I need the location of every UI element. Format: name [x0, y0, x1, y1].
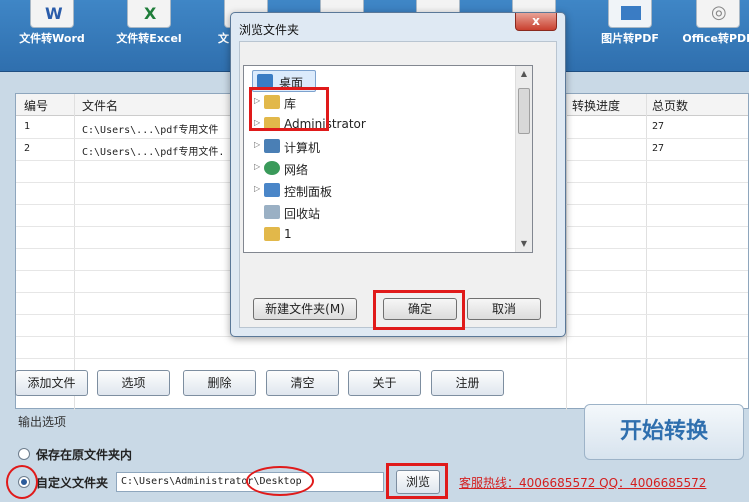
- tree-item-computer[interactable]: ▷ 计算机: [244, 136, 514, 158]
- tree-scrollbar[interactable]: ▲ ▼: [515, 66, 532, 252]
- cell-pages: 27: [652, 143, 665, 154]
- header-pages: 总页数: [652, 99, 689, 113]
- annotation-circle-radio: [6, 465, 38, 499]
- new-folder-button[interactable]: 新建文件夹(M): [253, 298, 357, 320]
- recycle-bin-icon: [264, 205, 280, 219]
- excel-icon: [127, 0, 171, 28]
- tool-image-to-pdf[interactable]: 图片转PDF: [584, 0, 676, 72]
- start-convert-button[interactable]: 开始转换: [584, 404, 744, 460]
- annotation-box-desktop: [249, 87, 329, 131]
- annotation-box-ok: [373, 290, 465, 330]
- header-filename: 文件名: [82, 99, 119, 113]
- tool-label: 文件转Word: [19, 32, 85, 45]
- word-icon: [30, 0, 74, 28]
- tool-label: 图片转PDF: [601, 32, 659, 45]
- tree-item-label: 1: [284, 227, 292, 241]
- browse-folder-dialog: 浏览文件夹 x 桌面 ▷ 库 ▷ Administrator ▷ 计算机 ▷ 网…: [230, 12, 566, 337]
- cell-filename: C:\Users\...\pdf专用文件.: [82, 147, 225, 158]
- cancel-button[interactable]: 取消: [467, 298, 541, 320]
- folder-icon: [264, 227, 280, 241]
- tool-label: 文件转Excel: [116, 32, 182, 45]
- tool-file-to-excel[interactable]: 文件转Excel: [103, 0, 195, 72]
- expand-arrow-icon[interactable]: ▷: [254, 140, 260, 149]
- cell-pages: 27: [652, 121, 665, 132]
- register-button[interactable]: 注册: [431, 370, 504, 396]
- computer-icon: [264, 139, 280, 153]
- annotation-box-browse: [386, 463, 448, 499]
- tree-item-label: 网络: [284, 163, 309, 177]
- close-icon[interactable]: x: [515, 13, 557, 31]
- expand-arrow-icon[interactable]: ▷: [254, 184, 260, 193]
- scroll-down-icon[interactable]: ▼: [516, 236, 532, 252]
- tree-item-label: 回收站: [284, 207, 321, 221]
- header-index: 编号: [24, 99, 49, 113]
- output-options-title: 输出选项: [18, 415, 67, 429]
- dialog-title: 浏览文件夹: [239, 23, 300, 37]
- about-button[interactable]: 关于: [348, 370, 421, 396]
- desktop-icon: [257, 74, 273, 88]
- scroll-thumb[interactable]: [518, 88, 530, 134]
- control-panel-icon: [264, 183, 280, 197]
- annotation-ellipse-desktop: [246, 466, 314, 496]
- tree-item-control-panel[interactable]: ▷ 控制面板: [244, 180, 514, 202]
- network-icon: [264, 161, 280, 175]
- tree-item-label: 计算机: [284, 141, 321, 155]
- header-progress: 转换进度: [572, 99, 621, 113]
- label-save-original: 保存在原文件夹内: [36, 448, 133, 462]
- tree-item-label: 控制面板: [284, 185, 333, 199]
- support-hotline[interactable]: 客服热线：4006685572 QQ：4006685572: [459, 474, 706, 491]
- tool-file-to-word[interactable]: 文件转Word: [6, 0, 98, 72]
- cell-index: 1: [24, 121, 31, 132]
- tree-item-network[interactable]: ▷ 网络: [244, 158, 514, 180]
- tool-label: Office转PDF: [682, 32, 749, 45]
- table-row-empty: [16, 337, 748, 359]
- clear-button[interactable]: 清空: [266, 370, 339, 396]
- image-icon: [608, 0, 652, 28]
- tool-office-to-pdf[interactable]: Office转PDF: [672, 0, 749, 72]
- delete-button[interactable]: 删除: [183, 370, 256, 396]
- cell-index: 2: [24, 143, 31, 154]
- office-icon: [696, 0, 740, 28]
- radio-save-original[interactable]: [18, 448, 30, 460]
- add-file-button[interactable]: 添加文件: [15, 370, 88, 396]
- label-custom-folder: 自定义文件夹: [36, 476, 109, 490]
- tree-item-folder-1[interactable]: 1: [244, 224, 514, 246]
- cell-filename: C:\Users\...\pdf专用文件: [82, 125, 219, 136]
- tree-item-recycle-bin[interactable]: 回收站: [244, 202, 514, 224]
- options-button[interactable]: 选项: [97, 370, 170, 396]
- scroll-up-icon[interactable]: ▲: [516, 66, 532, 82]
- expand-arrow-icon[interactable]: ▷: [254, 162, 260, 171]
